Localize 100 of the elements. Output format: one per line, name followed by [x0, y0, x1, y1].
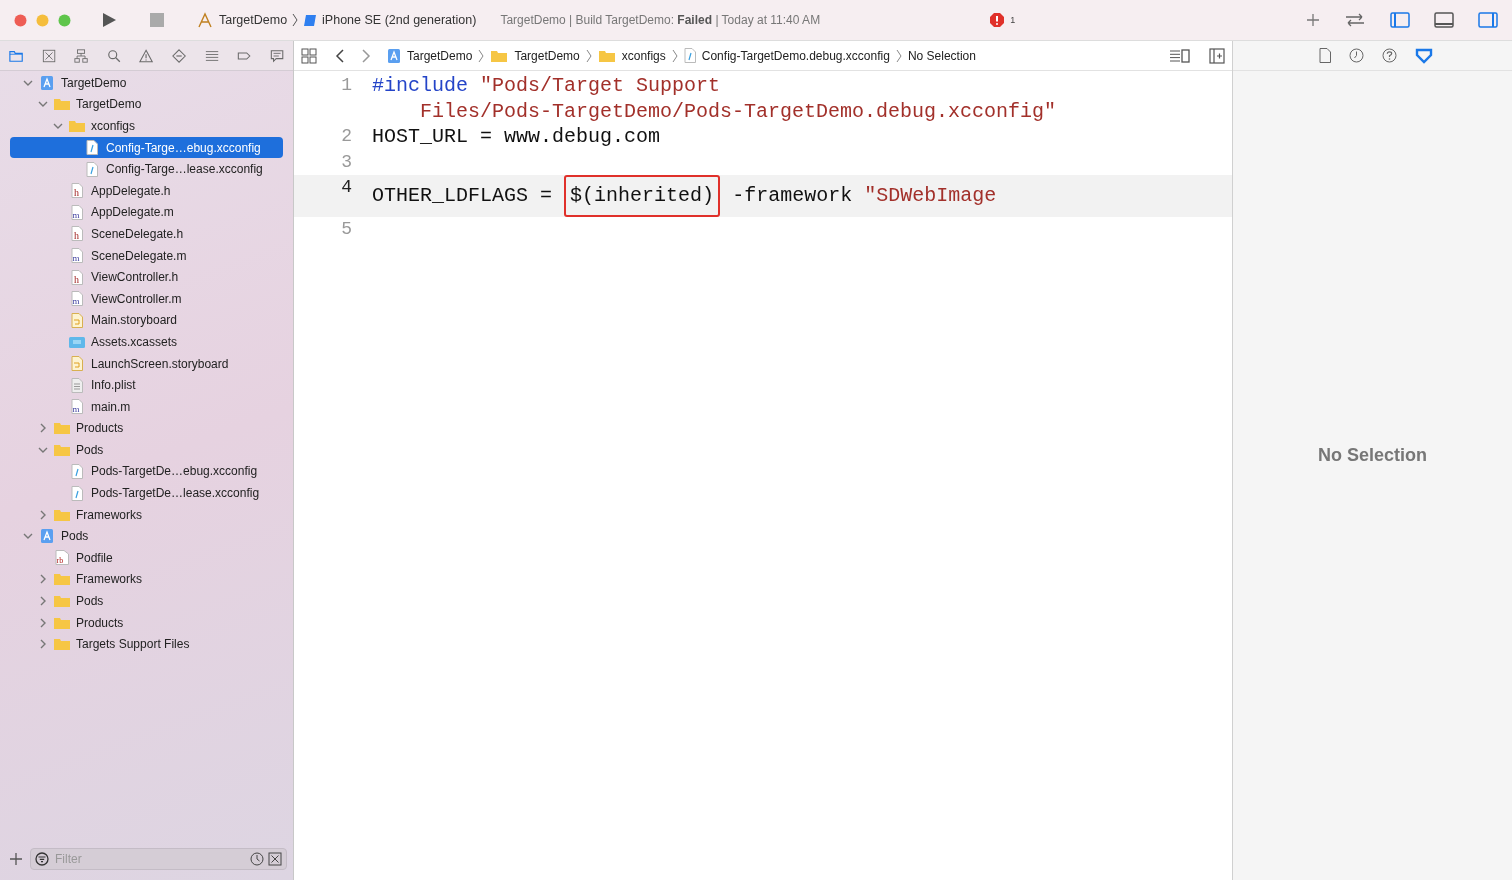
text-lines-icon[interactable] — [1169, 47, 1191, 64]
file-tree-item[interactable]: Config-Targe…ebug.xcconfig — [10, 136, 283, 159]
folder-icon — [53, 507, 71, 522]
window-control-icon[interactable] — [14, 13, 27, 27]
clock-icon[interactable] — [250, 852, 264, 866]
folder-icon — [53, 442, 71, 457]
device-icon — [303, 13, 318, 27]
folder-icon — [53, 97, 71, 112]
line-number: 2 — [340, 125, 352, 149]
scheme-name[interactable]: TargetDemo — [219, 13, 288, 27]
error-count: 1 — [1010, 15, 1016, 25]
add-editor-icon[interactable] — [1209, 47, 1225, 64]
code-line: #include "Pods/Target Support Files/Pods-TargetDemo/Pods-TargetDemo.debug.xcconfig" — [372, 73, 1058, 125]
square-x-icon[interactable] — [268, 852, 282, 866]
file-tree-item[interactable]: Config-Targe…lease.xcconfig — [10, 158, 283, 180]
line-number: 3 — [340, 150, 352, 174]
swap-arrows-icon[interactable] — [1344, 13, 1366, 27]
filter-icon — [35, 852, 49, 866]
folder-icon — [53, 615, 71, 630]
line-number: 5 — [340, 218, 352, 242]
build-status: TargetDemo | Build TargetDemo: Failed | Today at 11:40 AM — [500, 13, 821, 27]
file-tree-item[interactable]: Info.plist — [10, 374, 283, 396]
file-tree-item[interactable]: m SceneDelegate.m — [10, 244, 283, 267]
help-icon[interactable] — [1382, 48, 1397, 63]
code-line: OTHER_LDFLAGS = $(inherited) -framework "SDWebImage — [372, 175, 1232, 218]
device-name[interactable]: iPhone SE (2nd generation) — [322, 13, 477, 27]
file-tree-item[interactable]: LaunchScreen.storyboard — [10, 352, 283, 375]
file-tree-item[interactable]: Targets Support Files — [10, 633, 283, 656]
file-tree-item[interactable]: m ViewController.m — [10, 287, 283, 310]
list-file-icon — [71, 377, 83, 393]
chevron-right-icon — [671, 48, 678, 63]
filter-field[interactable]: Filter — [30, 848, 287, 870]
breadcrumb-item[interactable]: No Selection — [907, 48, 976, 63]
file-tree-item[interactable]: Pods — [10, 590, 283, 612]
header-file-icon: h — [71, 183, 83, 199]
chevron-right-icon — [585, 48, 592, 63]
file-tree-item[interactable]: TargetDemo — [10, 93, 283, 116]
file-tree-item[interactable]: h AppDelegate.h — [10, 179, 283, 202]
file-tree-item[interactable]: m main.m — [10, 395, 283, 418]
play-icon[interactable] — [101, 12, 117, 28]
add-icon[interactable] — [1306, 13, 1320, 27]
file-tree-item[interactable]: TargetDemo — [10, 72, 283, 94]
chevron-right-icon — [478, 48, 485, 63]
file-tree-item[interactable]: Products — [10, 417, 283, 440]
file-tree-item[interactable]: Frameworks — [10, 503, 283, 526]
file-tree-item[interactable]: Pods-TargetDe…lease.xcconfig — [10, 482, 283, 504]
folder-icon — [68, 119, 86, 133]
breadcrumb-item[interactable]: TargetDemo — [514, 48, 580, 63]
file-tree-item[interactable]: Main.storyboard — [10, 309, 283, 332]
breadcrumb-item[interactable]: Config-TargetDemo.debug.xcconfig — [701, 48, 890, 63]
grid-icon[interactable] — [301, 47, 317, 64]
file-tree-item[interactable]: Pods-TargetDe…ebug.xcconfig — [10, 460, 283, 483]
project-icon — [40, 528, 54, 545]
right-panel-icon[interactable] — [1478, 12, 1498, 28]
line-number: 1 — [340, 74, 352, 97]
no-selection-label: No Selection — [1318, 445, 1427, 466]
folder-icon — [53, 421, 71, 436]
diamond-icon[interactable] — [171, 46, 188, 65]
hierarchy-icon[interactable] — [73, 46, 90, 65]
file-tree-item[interactable]: Frameworks — [10, 568, 283, 591]
line-number: 4 — [340, 176, 352, 200]
folder-icon — [53, 572, 71, 587]
source-file-icon: m — [71, 291, 83, 307]
header-file-icon: h — [71, 269, 83, 285]
file-tree-item[interactable]: h ViewController.h — [10, 266, 283, 288]
file-tree-item[interactable]: xconfigs — [10, 115, 283, 137]
document-icon[interactable] — [1319, 48, 1331, 63]
chevron-right-icon — [292, 13, 299, 27]
file-tree-item[interactable]: Pods — [10, 439, 283, 461]
source-file-icon: m — [71, 248, 83, 264]
source-file-icon: m — [71, 204, 83, 220]
bottom-panel-icon[interactable] — [1434, 12, 1454, 28]
file-tree-item[interactable]: h SceneDelegate.h — [10, 223, 283, 245]
breadcrumb-item[interactable]: xconfigs — [621, 48, 666, 63]
storyboard-icon — [71, 312, 83, 328]
assets-icon — [68, 334, 86, 349]
folder-icon — [597, 48, 616, 63]
project-icon — [40, 74, 54, 91]
breadcrumb-item[interactable]: TargetDemo — [407, 48, 473, 63]
file-tree-item[interactable]: rb Podfile — [10, 547, 283, 569]
code-line: HOST_URL = www.debug.com — [372, 124, 662, 150]
left-panel-icon[interactable] — [1390, 12, 1410, 28]
file-icon — [71, 464, 83, 479]
file-icon — [86, 140, 98, 156]
ruby-file-icon: rb — [55, 550, 69, 566]
clock-icon[interactable] — [1349, 48, 1364, 63]
file-tree-item[interactable]: Products — [10, 611, 283, 634]
file-tree-item[interactable]: Pods — [10, 525, 283, 548]
back-icon[interactable] — [335, 48, 345, 63]
error-icon[interactable] — [990, 13, 1005, 27]
attributes-icon[interactable] — [1415, 47, 1433, 64]
chevron-right-icon — [895, 48, 902, 63]
forward-icon[interactable] — [361, 48, 371, 63]
add-icon[interactable] — [10, 853, 22, 865]
file-tree-item[interactable]: Assets.xcassets — [10, 331, 283, 353]
folder-icon — [53, 594, 71, 609]
source-file-icon: m — [71, 399, 83, 415]
file-icon — [71, 485, 83, 501]
window-control-icon[interactable] — [58, 13, 71, 27]
file-tree-item[interactable]: m AppDelegate.m — [10, 201, 283, 224]
